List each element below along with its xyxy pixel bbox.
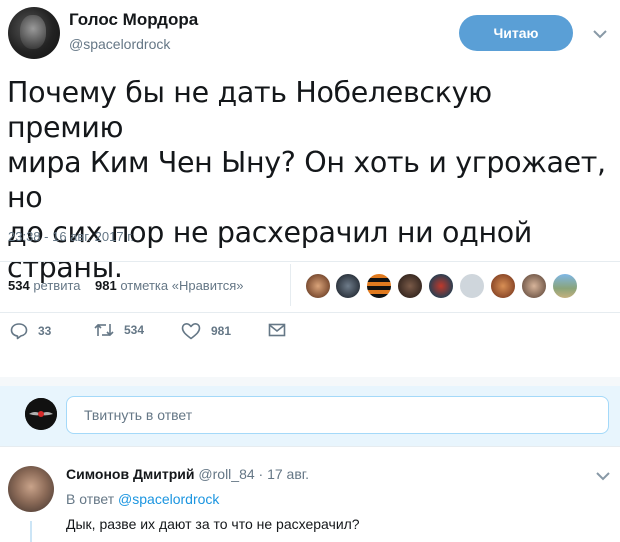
commenter-avatar[interactable] <box>8 466 54 512</box>
retweet-action-count: 534 <box>124 323 145 337</box>
like-action-count: 981 <box>211 324 232 338</box>
chevron-down-icon[interactable] <box>596 468 610 484</box>
divider <box>0 446 620 447</box>
liker-avatar[interactable] <box>428 273 454 299</box>
divider <box>0 312 620 313</box>
reply-input[interactable]: Твитнуть в ответ <box>66 396 609 434</box>
liker-avatar[interactable] <box>521 273 547 299</box>
thread-line <box>30 521 32 542</box>
liker-avatar[interactable] <box>335 273 361 299</box>
liker-avatar[interactable] <box>490 273 516 299</box>
retweet-icon <box>94 323 114 337</box>
like-label[interactable]: отметка «Нравится» <box>120 278 243 293</box>
reply-to-prefix: В ответ <box>66 491 115 507</box>
comment-text: Дык, разве их дают за то что не расхерач… <box>66 516 360 532</box>
liker-avatar[interactable] <box>552 273 578 299</box>
reply-icon <box>10 323 28 340</box>
comment-date[interactable]: · 17 авг. <box>259 466 310 482</box>
liker-avatar[interactable] <box>305 273 331 299</box>
like-count[interactable]: 981 <box>95 278 117 293</box>
reply-count: 33 <box>38 324 52 338</box>
follow-button[interactable]: Читаю <box>459 15 573 51</box>
author-handle[interactable]: @spacelordrock <box>69 36 170 52</box>
liker-avatar[interactable] <box>459 273 485 299</box>
like-button[interactable]: 981 <box>181 322 231 340</box>
divider <box>0 261 620 262</box>
tweet-stats: 534 ретвита 981 отметка «Нравится» <box>8 278 244 293</box>
like-icon <box>181 323 201 340</box>
divider <box>290 264 291 306</box>
retweet-label[interactable]: ретвита <box>33 278 80 293</box>
comment-header: Симонов Дмитрий @roll_84 · 17 авг. <box>66 466 309 482</box>
author-avatar[interactable] <box>8 7 60 59</box>
current-user-avatar[interactable] <box>25 398 57 430</box>
liker-avatar[interactable] <box>397 273 423 299</box>
tweet-line: Почему бы не дать Нобелевскую премию <box>7 76 492 144</box>
reply-button[interactable]: 33 <box>10 322 51 340</box>
reply-to-line: В ответ @spacelordrock <box>66 491 219 507</box>
tweet-line: мира Ким Чен Ыну? Он хоть и угрожает, но <box>7 146 606 214</box>
commenter-name[interactable]: Симонов Дмитрий <box>66 466 195 482</box>
tweet-timestamp[interactable]: 23:38 - 16 авг. 2017 г. <box>8 229 134 244</box>
liker-avatar[interactable] <box>366 273 392 299</box>
chevron-down-icon[interactable] <box>593 26 607 42</box>
dm-button[interactable] <box>268 322 296 338</box>
commenter-handle[interactable]: @roll_84 <box>198 466 254 482</box>
tweet-text: Почему бы не дать Нобелевскую премию мир… <box>7 75 607 285</box>
author-name[interactable]: Голос Мордора <box>69 10 198 30</box>
retweet-count[interactable]: 534 <box>8 278 30 293</box>
divider <box>0 377 620 386</box>
dm-icon <box>268 323 286 337</box>
reply-to-link[interactable]: @spacelordrock <box>118 491 219 507</box>
retweet-button[interactable]: 534 <box>94 322 144 338</box>
